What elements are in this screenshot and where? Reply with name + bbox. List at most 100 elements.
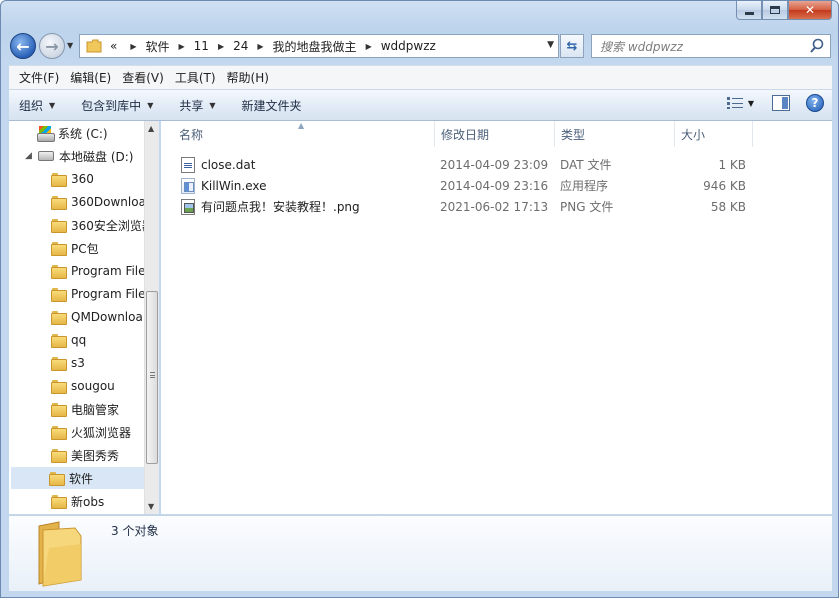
- share-label: 共享: [179, 98, 204, 113]
- help-icon[interactable]: ?: [806, 94, 824, 112]
- column-header-label: 大小: [681, 127, 706, 142]
- organize-button[interactable]: 组织 ▼: [19, 97, 55, 114]
- nav-item-folder[interactable]: 360Downloa: [51, 191, 146, 213]
- nav-item-folder[interactable]: 新obs: [51, 490, 104, 512]
- search-icon: [810, 38, 824, 53]
- nav-item-folder[interactable]: 电脑管家: [51, 398, 119, 420]
- file-size: 58 KB: [710, 199, 746, 214]
- folder-icon: [51, 426, 67, 440]
- breadcrumb: ▶ 软件 ▶ 11 ▶ 24 ▶ 我的地盘我做主 ▶ wddpwzz: [121, 38, 435, 55]
- file-type: DAT 文件: [560, 158, 612, 172]
- scrollbar-thumb[interactable]: [146, 291, 158, 464]
- nav-item-label: qq: [71, 333, 87, 347]
- view-details-icon[interactable]: [726, 96, 744, 110]
- column-header-name[interactable]: 名称: [173, 121, 435, 147]
- nav-item-folder[interactable]: 360安全浏览器: [51, 214, 154, 236]
- recent-pages-dropdown[interactable]: ▼: [67, 41, 73, 50]
- address-bar[interactable]: « ▶ 软件 ▶ 11 ▶ 24 ▶ 我的地盘我做主 ▶ wddpwzz ▼: [79, 34, 559, 58]
- png-file-icon: [181, 198, 195, 215]
- folder-icon: [51, 403, 67, 417]
- file-size: 946 KB: [703, 178, 746, 193]
- nav-item-local-disk-d[interactable]: ◢ 本地磁盘 (D:): [25, 145, 133, 167]
- nav-item-folder[interactable]: 360: [51, 168, 94, 190]
- breadcrumb-item[interactable]: 24: [233, 39, 248, 53]
- folder-icon: [51, 495, 67, 509]
- address-dropdown-icon[interactable]: ▼: [547, 40, 554, 50]
- file-list: ▲ 名称 修改日期 类型 大小 close.dat 2014-04-09 23:…: [161, 121, 832, 514]
- nav-item-folder[interactable]: sougou: [51, 375, 115, 397]
- folder-icon: [51, 219, 67, 233]
- breadcrumb-item[interactable]: 11: [194, 39, 209, 53]
- breadcrumb-overflow[interactable]: «: [110, 39, 117, 53]
- chevron-right-icon[interactable]: ▶: [218, 42, 224, 51]
- menu-help[interactable]: 帮助(H): [223, 69, 276, 86]
- share-button[interactable]: 共享 ▼: [179, 97, 215, 114]
- caption-buttons: ✕: [736, 1, 832, 21]
- breadcrumb-item[interactable]: 我的地盘我做主: [273, 38, 357, 55]
- nav-item-label: Program File: [71, 264, 146, 278]
- column-header-modified[interactable]: 修改日期: [435, 121, 555, 147]
- nav-item-folder[interactable]: PC包: [51, 237, 99, 259]
- maximize-button[interactable]: [762, 1, 788, 20]
- chevron-right-icon[interactable]: ▶: [130, 42, 136, 51]
- forward-button[interactable]: →: [39, 33, 65, 59]
- new-folder-button[interactable]: 新建文件夹: [242, 97, 302, 114]
- chevron-down-icon: ▼: [49, 100, 56, 110]
- nav-item-label: 新obs: [71, 494, 105, 509]
- breadcrumb-item[interactable]: 软件: [146, 38, 170, 55]
- column-header-size[interactable]: 大小: [675, 121, 753, 147]
- nav-item-label: 360安全浏览器: [71, 218, 154, 233]
- organize-label: 组织: [19, 98, 44, 113]
- nav-item-folder[interactable]: Program File: [51, 260, 146, 282]
- nav-item-folder[interactable]: 美图秀秀: [51, 444, 119, 466]
- navigation-pane: 系统 (C:) ◢ 本地磁盘 (D:) 360 360Downloa 360安全…: [9, 121, 159, 514]
- item-count: 3 个对象: [111, 524, 159, 538]
- scroll-up-icon[interactable]: ▲: [148, 124, 154, 133]
- chevron-right-icon[interactable]: ▶: [257, 42, 263, 51]
- folder-icon: [51, 334, 67, 348]
- breadcrumb-item[interactable]: wddpwzz: [381, 39, 436, 53]
- search-input[interactable]: 搜索 wddpwzz: [591, 34, 831, 58]
- file-name: 有问题点我！安装教程！.png: [201, 200, 360, 214]
- nav-item-label: 软件: [69, 471, 94, 486]
- nav-item-folder[interactable]: QMDownloa: [51, 306, 143, 328]
- back-button[interactable]: ←: [10, 33, 36, 59]
- nav-item-folder[interactable]: qq: [51, 329, 86, 351]
- expand-arrow-icon[interactable]: ◢: [25, 151, 34, 161]
- menu-view[interactable]: 查看(V): [118, 69, 171, 86]
- menu-tools[interactable]: 工具(T): [171, 69, 223, 86]
- menu-edit[interactable]: 编辑(E): [66, 69, 118, 86]
- grip-icon: [150, 372, 155, 378]
- menu-file[interactable]: 文件(F): [15, 69, 66, 86]
- column-header-type[interactable]: 类型: [555, 121, 675, 147]
- nav-item-label: 电脑管家: [71, 402, 120, 417]
- search-placeholder: 搜索 wddpwzz: [600, 39, 683, 54]
- menu-bar: 文件(F) 编辑(E) 查看(V) 工具(T) 帮助(H): [9, 65, 832, 89]
- nav-item-label: Program File: [71, 287, 146, 301]
- nav-item-folder[interactable]: 火狐浏览器: [51, 421, 131, 443]
- nav-item-label: sougou: [71, 379, 115, 393]
- chevron-right-icon[interactable]: ▶: [179, 42, 185, 51]
- exe-file-icon: [181, 177, 195, 194]
- minimize-icon: [744, 11, 754, 15]
- close-button[interactable]: ✕: [788, 1, 832, 20]
- nav-item-label: 360: [71, 172, 94, 186]
- file-modified: 2014-04-09 23:09: [440, 157, 549, 172]
- nav-item-folder-selected[interactable]: 软件: [11, 467, 145, 489]
- view-controls: ▼ ?: [726, 94, 824, 112]
- refresh-button[interactable]: ⇆: [560, 34, 584, 58]
- nav-item-folder[interactable]: Program File: [51, 283, 146, 305]
- nav-item-system-c[interactable]: 系统 (C:): [37, 122, 108, 144]
- nav-item-label: 火狐浏览器: [71, 425, 132, 440]
- folder-icon: [49, 472, 65, 486]
- preview-pane-icon[interactable]: [772, 95, 790, 111]
- minimize-button[interactable]: [736, 1, 762, 20]
- nav-item-folder[interactable]: s3: [51, 352, 85, 374]
- include-in-library-button[interactable]: 包含到库中 ▼: [81, 97, 153, 114]
- navigation-scrollbar[interactable]: ▲ ▼: [144, 121, 159, 514]
- scroll-down-icon[interactable]: ▼: [148, 502, 154, 511]
- nav-item-label: QMDownloa: [71, 310, 143, 324]
- view-options-dropdown-icon[interactable]: ▼: [748, 99, 754, 108]
- chevron-right-icon[interactable]: ▶: [366, 42, 372, 51]
- file-name-cell: 有问题点我！安装教程！.png: [181, 196, 360, 217]
